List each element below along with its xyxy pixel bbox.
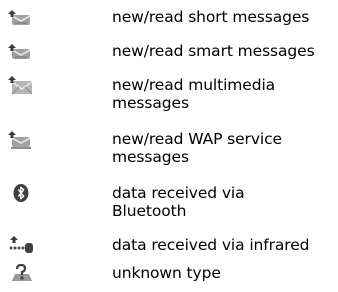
legend-item-label: new/read WAP service	[112, 130, 282, 148]
legend-item: data received via Bluetooth	[0, 182, 338, 222]
wap-envelope-icon	[5, 128, 37, 150]
legend-item-label: new/read smart messages	[112, 42, 315, 60]
legend-item-label: data received via infrared	[112, 236, 310, 254]
legend-item: new/read WAP service messages	[0, 128, 338, 168]
legend-item-label-line2: messages	[112, 94, 189, 112]
unknown-type-icon	[5, 262, 37, 284]
legend-item-label-line2: messages	[112, 148, 189, 166]
legend-item-label: data received via	[112, 184, 245, 202]
multimedia-envelope-icon	[5, 74, 37, 96]
envelope-arrow-icon	[5, 40, 37, 62]
legend-item: unknown type	[0, 262, 338, 284]
legend-item: new/read multimedia messages	[0, 74, 338, 114]
legend-item-label: new/read short messages	[112, 8, 310, 26]
legend-item-label-line2: Bluetooth	[112, 202, 187, 220]
legend-item: data received via infrared	[0, 234, 338, 256]
message-icon-legend: new/read short messages new/read smart m…	[0, 0, 338, 292]
legend-item-label: new/read multimedia	[112, 76, 276, 94]
legend-item: new/read short messages	[0, 6, 338, 28]
envelope-arrow-icon	[5, 6, 37, 28]
legend-item-label: unknown type	[112, 264, 221, 282]
infrared-icon	[5, 234, 37, 256]
legend-item: new/read smart messages	[0, 40, 338, 62]
bluetooth-icon	[5, 182, 37, 204]
